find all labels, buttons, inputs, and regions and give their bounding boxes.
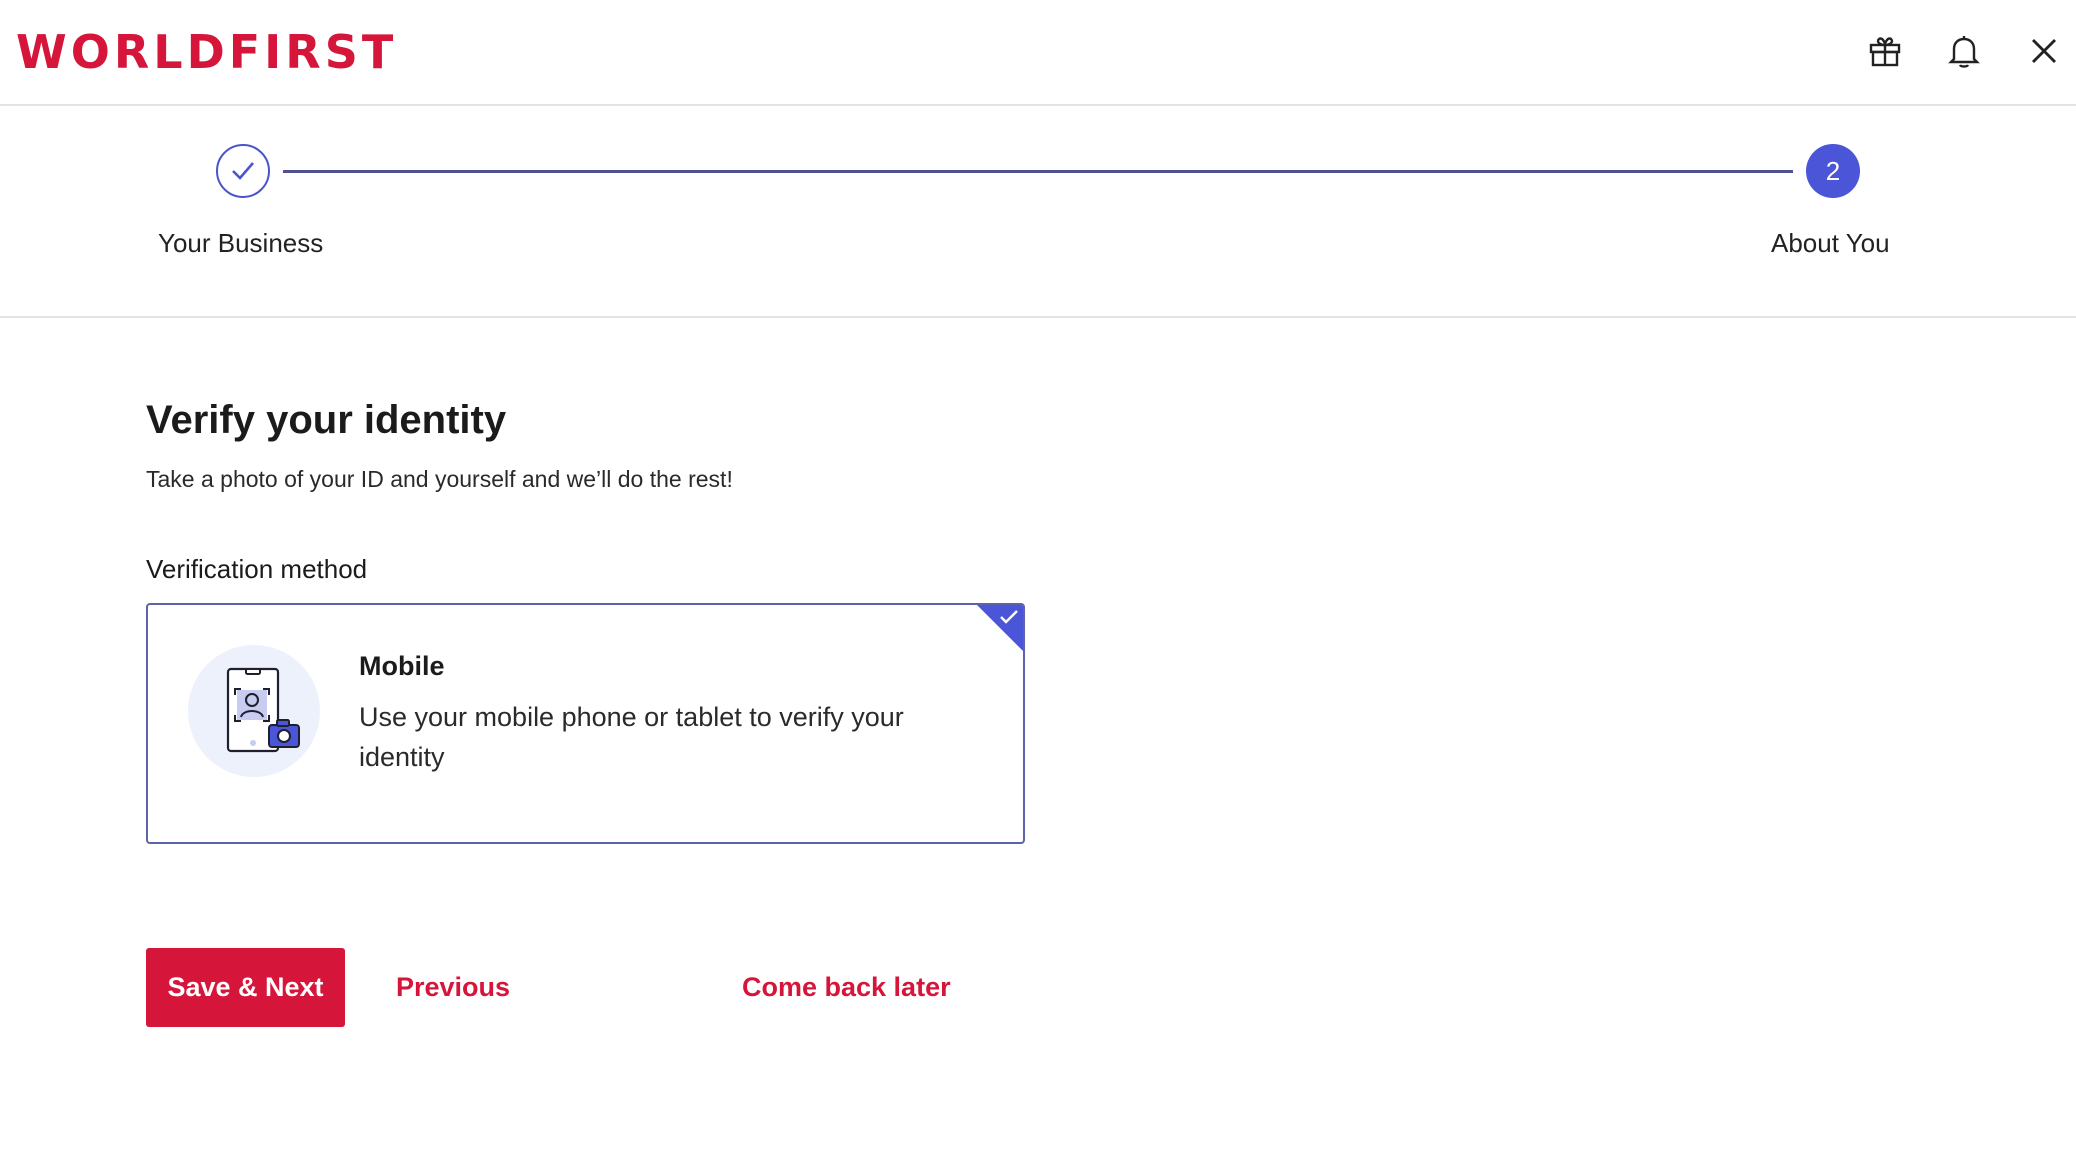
top-bar: WORLDFIRST — [0, 0, 2076, 106]
step-2-active-indicator[interactable]: 2 — [1806, 144, 1860, 198]
save-next-button[interactable]: Save & Next — [146, 948, 345, 1027]
verification-option-mobile[interactable]: Mobile Use your mobile phone or tablet t… — [146, 603, 1025, 844]
page-subtitle: Take a photo of your ID and yourself and… — [146, 466, 733, 492]
method-description: Use your mobile phone or tablet to verif… — [359, 702, 904, 772]
worldfirst-logo[interactable]: WORLDFIRST — [16, 26, 397, 78]
selected-corner-badge — [977, 605, 1023, 651]
step-2-label: About You — [1771, 228, 1890, 258]
bell-icon[interactable] — [1941, 28, 1987, 74]
page-title: Verify your identity — [146, 398, 507, 442]
stepper-connector-line — [283, 170, 1793, 173]
progress-stepper: Your Business 2 About You — [0, 106, 2076, 318]
gift-icon[interactable] — [1862, 28, 1908, 74]
previous-button[interactable]: Previous — [396, 972, 510, 1003]
close-icon[interactable] — [2021, 28, 2067, 74]
checkmark-icon — [1000, 610, 1018, 624]
step-1-label: Your Business — [158, 228, 324, 258]
checkmark-icon — [232, 162, 254, 180]
step-1-completed-indicator[interactable] — [216, 144, 270, 198]
verification-method-label: Verification method — [146, 554, 368, 584]
mobile-camera-illustration — [188, 645, 320, 777]
method-title: Mobile — [359, 651, 445, 681]
come-back-later-button[interactable]: Come back later — [742, 972, 951, 1003]
